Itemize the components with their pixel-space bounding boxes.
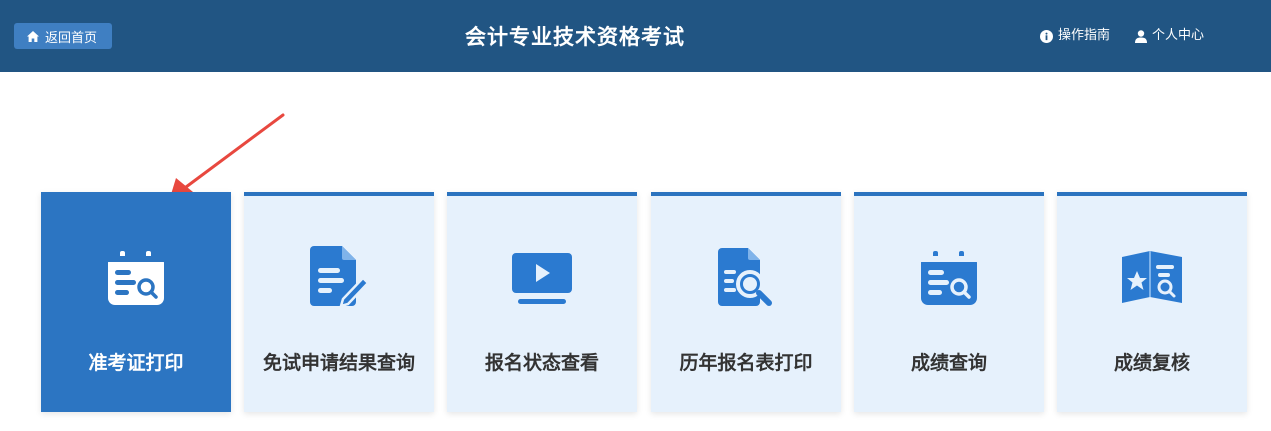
card-label: 准考证打印 <box>88 352 184 374</box>
card-score-query[interactable]: 成绩查询 <box>854 192 1044 412</box>
page-title: 会计专业技术资格考试 <box>465 25 685 49</box>
card-label: 成绩复核 <box>1113 352 1190 374</box>
card-history-form-print[interactable]: 历年报名表打印 <box>651 192 841 412</box>
user-center-label: 个人中心 <box>1152 28 1205 43</box>
home-icon <box>27 30 39 42</box>
card-label: 报名状态查看 <box>484 352 599 374</box>
user-center-link[interactable]: 个人中心 <box>1135 27 1204 45</box>
card-admission-ticket-print[interactable]: 准考证打印 <box>41 192 231 412</box>
video-play-icon <box>512 253 572 304</box>
home-button-label: 返回首页 <box>45 30 98 46</box>
card-label: 免试申请结果查询 <box>262 352 415 374</box>
card-registration-status[interactable]: 报名状态查看 <box>447 192 637 412</box>
card-exemption-result-query[interactable]: 免试申请结果查询 <box>244 192 434 412</box>
card-label: 历年报名表打印 <box>679 352 813 374</box>
calendar-search-icon <box>108 251 164 305</box>
top-header: 返回首页 会计专业技术资格考试 操作指南 个人中心 <box>0 0 1271 72</box>
card-label: 成绩查询 <box>910 352 987 374</box>
guide-link[interactable]: 操作指南 <box>1040 27 1110 45</box>
user-icon <box>1135 29 1147 43</box>
info-icon <box>1040 29 1053 43</box>
card-score-review[interactable]: 成绩复核 <box>1057 192 1247 412</box>
home-button[interactable]: 返回首页 <box>14 23 112 49</box>
calendar-search-icon <box>921 251 977 305</box>
guide-link-label: 操作指南 <box>1058 28 1111 43</box>
document-edit-icon <box>310 246 370 308</box>
book-star-search-icon <box>1122 251 1182 303</box>
document-search-icon <box>718 248 772 306</box>
